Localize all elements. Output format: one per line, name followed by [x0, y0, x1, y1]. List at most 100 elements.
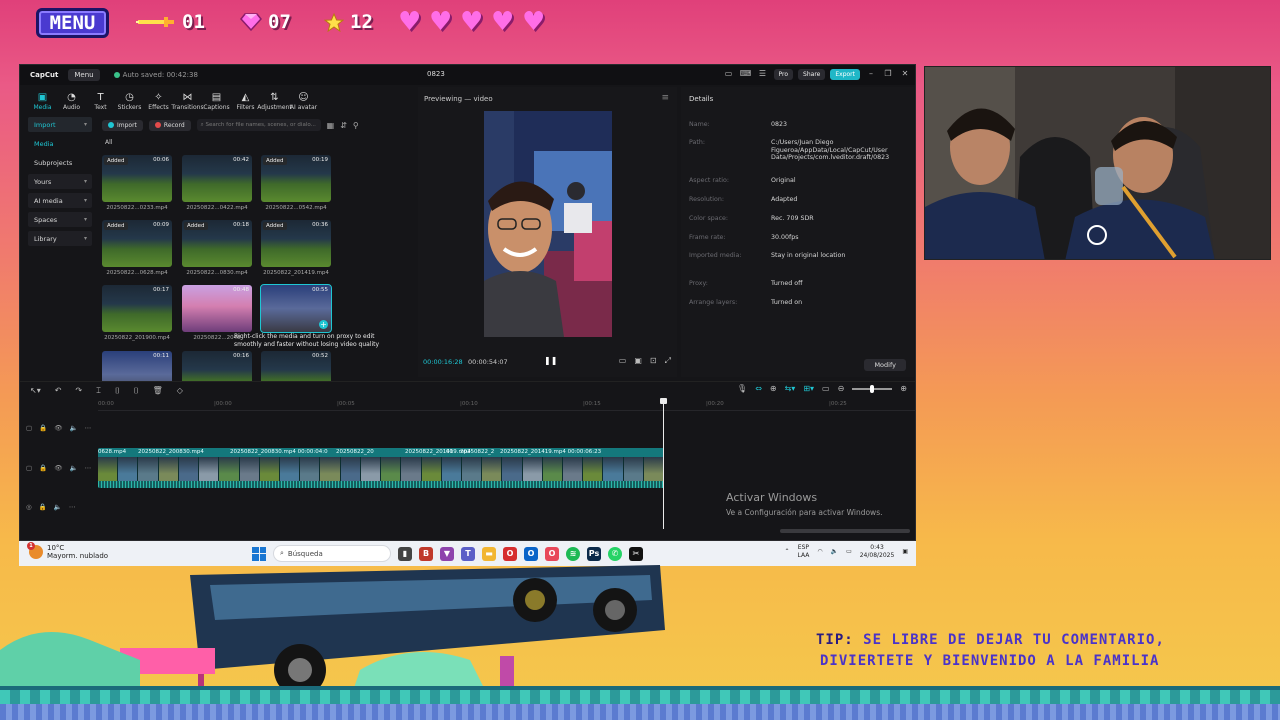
timeline-ruler[interactable]: 00:00 |00:00 |00:05 |00:10 |00:15 |00:20 |00:2… — [98, 399, 915, 411]
split-icon[interactable]: ⌶ — [96, 386, 101, 396]
tool-text[interactable]: T Text — [86, 92, 115, 111]
media-thumbnail[interactable]: 00:42 — [182, 155, 252, 202]
media-thumbnail[interactable]: Added 00:09 — [102, 220, 172, 267]
view-toggle-icon[interactable]: ▦ — [327, 121, 335, 130]
zoom-out-icon[interactable]: ⊖ — [838, 384, 845, 393]
eye-icon[interactable]: 👁 — [54, 424, 62, 432]
fullscreen-icon[interactable]: ⤢ — [665, 356, 671, 366]
select-tool-icon[interactable]: ↖▾ — [30, 386, 41, 395]
sidebar-item-import[interactable]: Import ▾ — [28, 117, 92, 132]
tool-filters[interactable]: ◭ Filters — [231, 92, 260, 111]
brave-icon[interactable]: B — [419, 546, 433, 561]
sort-icon[interactable]: ⇵ — [340, 121, 347, 130]
filter-icon[interactable]: ⚲ — [353, 121, 359, 130]
tool-audio[interactable]: ◔ Audio — [57, 92, 86, 111]
snapshot-icon[interactable]: ⊡ — [650, 356, 657, 366]
undo-icon[interactable]: ↶ — [55, 386, 62, 395]
settings-icon[interactable]: ☰ — [757, 68, 769, 80]
tool-media[interactable]: ▣ Media — [28, 92, 57, 111]
tool-ai-avatar[interactable]: ☺ AI avatar — [289, 92, 318, 111]
lock-icon[interactable]: 🔒 — [39, 464, 47, 472]
media-thumbnail[interactable]: Added 00:06 — [102, 155, 172, 202]
media-item[interactable]: Added 00:36 20250822_201419.mp4 — [261, 220, 331, 276]
media-item[interactable]: Added 00:06 20250822...0233.mp4 — [102, 155, 172, 211]
windows-start-icon[interactable] — [252, 546, 266, 561]
tool-adjustment[interactable]: ⇅ Adjustment — [257, 92, 291, 111]
overlay-menu-button[interactable]: MENU — [36, 8, 109, 38]
redo-icon[interactable]: ↷ — [75, 386, 82, 395]
maximize-icon[interactable]: ❐ — [882, 68, 894, 80]
marker-icon[interactable]: ◇ — [177, 386, 183, 395]
media-item[interactable]: Added 00:18 20250822...0830.mp4 — [182, 220, 252, 276]
main-clip-strip[interactable]: 0628.mp4 20250822_200830.mp4 20250822_2008… — [98, 448, 664, 488]
media-thumbnail[interactable]: 00:17 — [102, 285, 172, 332]
media-item[interactable]: Added 00:09 20250822...0628.mp4 — [102, 220, 172, 276]
volume-icon[interactable]: 🔈 — [831, 548, 838, 555]
linkage-icon[interactable]: ⇆▾ — [785, 384, 796, 393]
opera-icon[interactable]: O — [503, 546, 517, 561]
record-button[interactable]: Record — [148, 119, 191, 131]
more-icon[interactable]: ⋯ — [85, 424, 92, 432]
media-item[interactable]: Added 00:19 20250822...0542.mp4 — [261, 155, 331, 211]
whatsapp-icon[interactable]: ✆ — [608, 546, 622, 561]
speaker-icon[interactable]: 🔈 — [70, 424, 78, 432]
close-icon[interactable]: ✕ — [899, 68, 911, 80]
timeline-scrollbar[interactable] — [780, 529, 910, 533]
preview-axis-icon[interactable]: ⊞▾ — [803, 384, 814, 393]
speaker-icon[interactable]: 🔈 — [54, 503, 62, 511]
sidebar-item-yours[interactable]: Yours ▾ — [28, 174, 92, 189]
battery-icon[interactable]: ▭ — [846, 548, 852, 555]
media-item[interactable]: 00:17 20250822_201900.mp4 — [102, 285, 172, 341]
spotify-icon[interactable]: ≋ — [566, 546, 580, 561]
notifications-icon[interactable]: ▣ — [902, 548, 908, 555]
share-button[interactable]: Share — [798, 68, 826, 80]
media-search-input[interactable]: ⌕ Search for file names, scenes, or dial… — [196, 119, 321, 131]
opera-gx-icon[interactable]: O — [545, 546, 559, 561]
pro-button[interactable]: Pro — [773, 68, 794, 80]
clock[interactable]: 0:43 24/08/2025 — [860, 544, 895, 559]
split-left-icon[interactable]: ⌷ — [115, 386, 120, 396]
tool-effects[interactable]: ✧ Effects — [144, 92, 173, 111]
media-thumbnail[interactable]: Added 00:19 — [261, 155, 331, 202]
more-icon[interactable]: ⋯ — [85, 464, 92, 472]
sidebar-item-spaces[interactable]: Spaces ▾ — [28, 212, 92, 227]
lock-icon[interactable]: 🔒 — [39, 503, 47, 511]
speaker-icon[interactable]: 🔈 — [70, 464, 78, 472]
export-button[interactable]: Export — [830, 68, 860, 80]
tool-transitions[interactable]: ⋈ Transitions — [171, 92, 203, 111]
quality-icon[interactable]: ▣ — [634, 356, 642, 366]
pause-button[interactable]: ❚❚ — [544, 356, 557, 365]
shortcuts-icon[interactable]: ⌨ — [740, 68, 752, 80]
sidebar-item-ai-media[interactable]: AI media ▾ — [28, 193, 92, 208]
wifi-icon[interactable]: ◠ — [817, 548, 822, 555]
teams-icon[interactable]: T — [461, 546, 475, 561]
language-indicator[interactable]: ESP LAA — [797, 544, 809, 559]
brave-alt-icon[interactable]: ▼ — [440, 546, 454, 561]
outlook-icon[interactable]: O — [524, 546, 538, 561]
lock-icon[interactable]: 🔒 — [39, 424, 47, 432]
file-explorer-icon[interactable]: ▬ — [482, 546, 496, 561]
media-item[interactable]: 00:55 + — [260, 284, 332, 333]
filter-all-label[interactable]: All — [105, 139, 112, 146]
split-right-icon[interactable]: ⌷ — [134, 386, 139, 396]
task-view-icon[interactable]: ▮ — [398, 546, 412, 561]
ratio-icon[interactable]: ▭ — [619, 356, 627, 366]
microphone-icon[interactable]: 🎙 — [737, 384, 747, 393]
photoshop-icon[interactable]: Ps — [587, 546, 601, 561]
media-item[interactable]: 00:42 20250822...0422.mp4 — [182, 155, 252, 211]
link-icon[interactable]: ⇔ — [755, 384, 762, 393]
preview-menu-icon[interactable]: ≡ — [661, 93, 669, 103]
snap-icon[interactable]: ⊕ — [770, 384, 777, 393]
zoom-slider-handle[interactable] — [870, 384, 875, 393]
capcut-taskbar-icon[interactable]: ✂ — [629, 546, 643, 561]
chevron-up-icon[interactable]: ⌃ — [784, 548, 789, 555]
eye-icon[interactable]: 👁 — [54, 464, 62, 472]
tool-stickers[interactable]: ◷ Stickers — [115, 92, 144, 111]
modify-button[interactable]: Modify — [864, 359, 906, 371]
media-thumbnail[interactable]: Added 00:36 — [261, 220, 331, 267]
add-to-timeline-icon[interactable]: + — [319, 320, 328, 329]
sidebar-item-subprojects[interactable]: Subprojects — [28, 155, 92, 170]
layout-icon[interactable]: ▭ — [723, 68, 735, 80]
sidebar-item-library[interactable]: Library ▾ — [28, 231, 92, 246]
weather-widget[interactable]: 1 10°C Mayorm. nublado — [27, 542, 108, 560]
